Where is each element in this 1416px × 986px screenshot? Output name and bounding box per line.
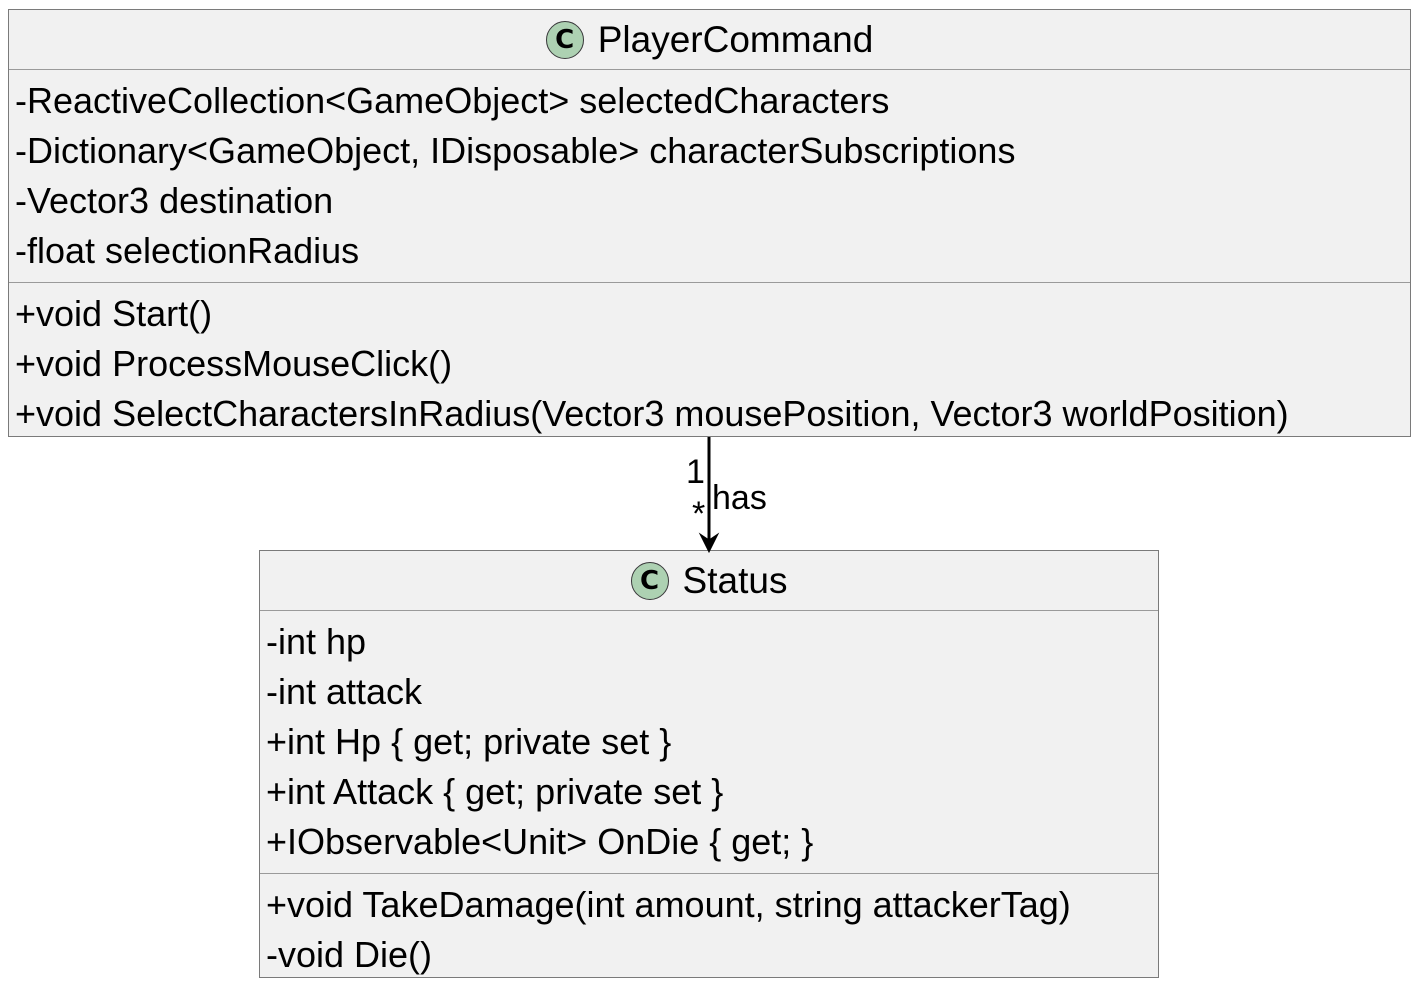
attributes-section: -int hp -int attack +int Hp { get; priva… <box>260 611 1158 873</box>
attribute: -ReactiveCollection<GameObject> selected… <box>15 80 890 121</box>
attribute: +int Hp { get; private set } <box>266 721 672 762</box>
association-label: has <box>712 479 767 517</box>
class-stereotype-icon: C <box>630 561 669 600</box>
source-multiplicity: 1 <box>686 453 705 491</box>
attribute: +IObservable<Unit> OnDie { get; } <box>266 821 814 862</box>
attribute: -float selectionRadius <box>15 230 360 271</box>
class-name: Status <box>682 560 788 601</box>
attributes-section: -ReactiveCollection<GameObject> selected… <box>9 70 1410 282</box>
class-status[interactable]: C Status -int hp -int attack +int Hp { g… <box>259 550 1159 978</box>
attribute: +int Attack { get; private set } <box>266 771 724 812</box>
class-playercommand[interactable]: C PlayerCommand -ReactiveCollection<Game… <box>8 9 1411 437</box>
class-name: PlayerCommand <box>597 19 874 60</box>
method: +void SelectCharactersInRadius(Vector3 m… <box>15 393 1289 434</box>
method: +void ProcessMouseClick() <box>15 343 453 384</box>
class-header: C Status <box>260 551 1158 611</box>
method: -void Die() <box>266 934 433 975</box>
method: +void Start() <box>15 293 213 334</box>
attribute: -Vector3 destination <box>15 180 334 221</box>
class-header: C PlayerCommand <box>9 10 1410 70</box>
method: +void TakeDamage(int amount, string atta… <box>266 884 1071 925</box>
methods-section: +void Start() +void ProcessMouseClick() … <box>9 282 1410 445</box>
class-stereotype-icon: C <box>545 20 584 59</box>
attribute: -int hp <box>266 621 367 662</box>
attribute: -Dictionary<GameObject, IDisposable> cha… <box>15 130 1016 171</box>
target-multiplicity: * <box>692 495 706 533</box>
methods-section: +void TakeDamage(int amount, string atta… <box>260 873 1158 986</box>
attribute: -int attack <box>266 671 423 712</box>
